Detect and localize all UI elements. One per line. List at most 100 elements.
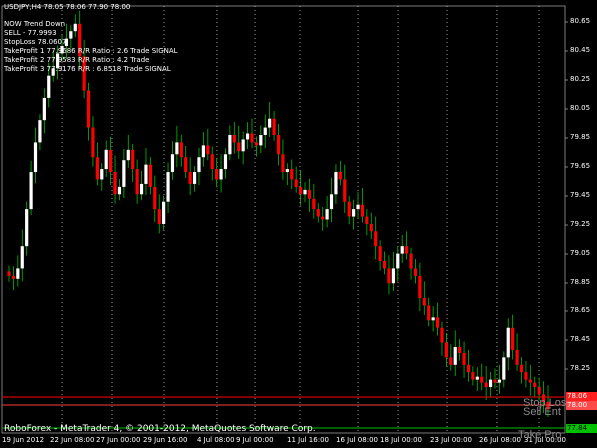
candle[interactable] bbox=[179, 134, 183, 167]
candle[interactable] bbox=[338, 160, 342, 186]
candle[interactable] bbox=[369, 212, 373, 240]
candle[interactable] bbox=[533, 376, 537, 397]
candle[interactable] bbox=[188, 157, 192, 196]
candle[interactable] bbox=[449, 344, 453, 371]
candle[interactable] bbox=[409, 247, 413, 280]
candle[interactable] bbox=[20, 229, 24, 282]
candle[interactable] bbox=[502, 351, 506, 388]
candle[interactable] bbox=[11, 266, 16, 291]
candle[interactable] bbox=[259, 125, 263, 154]
candle[interactable] bbox=[215, 157, 219, 188]
candle[interactable] bbox=[396, 245, 400, 282]
candle[interactable] bbox=[113, 155, 117, 204]
candle[interactable] bbox=[347, 195, 351, 225]
candle[interactable] bbox=[413, 258, 418, 284]
candle[interactable] bbox=[109, 136, 113, 186]
candle[interactable] bbox=[139, 170, 144, 201]
candle[interactable] bbox=[16, 255, 20, 287]
candle[interactable] bbox=[210, 146, 214, 181]
candle[interactable] bbox=[272, 110, 276, 141]
candle[interactable] bbox=[126, 134, 130, 168]
candle[interactable] bbox=[201, 132, 205, 167]
candle[interactable] bbox=[480, 363, 484, 391]
candle[interactable] bbox=[91, 116, 95, 167]
candle[interactable] bbox=[334, 164, 338, 204]
candle[interactable] bbox=[170, 141, 175, 180]
candle[interactable] bbox=[153, 175, 157, 223]
candle[interactable] bbox=[515, 333, 519, 371]
candle[interactable] bbox=[268, 102, 272, 138]
candle[interactable] bbox=[391, 251, 395, 291]
candle[interactable] bbox=[431, 306, 435, 332]
candle[interactable] bbox=[528, 364, 532, 396]
candle[interactable] bbox=[223, 148, 228, 179]
candle[interactable] bbox=[25, 201, 29, 256]
candle[interactable] bbox=[352, 199, 356, 230]
candle[interactable] bbox=[237, 125, 241, 160]
candle[interactable] bbox=[69, 25, 73, 49]
candle[interactable] bbox=[245, 122, 250, 149]
candle[interactable] bbox=[175, 125, 179, 168]
candle[interactable] bbox=[303, 182, 307, 203]
candle[interactable] bbox=[250, 118, 254, 149]
candle[interactable] bbox=[117, 179, 122, 201]
candle[interactable] bbox=[321, 207, 325, 231]
candle[interactable] bbox=[184, 145, 188, 178]
candle[interactable] bbox=[219, 154, 223, 193]
candle[interactable] bbox=[387, 255, 391, 295]
candle[interactable] bbox=[360, 188, 365, 223]
candle[interactable] bbox=[166, 162, 170, 213]
candle[interactable] bbox=[104, 140, 108, 177]
candle[interactable] bbox=[294, 166, 298, 193]
candle[interactable] bbox=[497, 364, 502, 394]
candle[interactable] bbox=[228, 125, 232, 161]
candle[interactable] bbox=[86, 82, 91, 141]
candle[interactable] bbox=[493, 368, 497, 389]
candle[interactable] bbox=[307, 178, 312, 212]
candle[interactable] bbox=[281, 139, 285, 180]
candle[interactable] bbox=[122, 148, 126, 199]
candle[interactable] bbox=[38, 114, 42, 151]
candle[interactable] bbox=[162, 195, 166, 230]
candle[interactable] bbox=[484, 365, 488, 401]
candle[interactable] bbox=[427, 297, 431, 327]
candle[interactable] bbox=[405, 231, 409, 260]
candle[interactable] bbox=[365, 208, 369, 236]
candle[interactable] bbox=[475, 367, 479, 391]
candle[interactable] bbox=[435, 302, 440, 336]
candle[interactable] bbox=[325, 196, 329, 228]
candle[interactable] bbox=[206, 128, 210, 161]
candle[interactable] bbox=[135, 159, 139, 204]
candle[interactable] bbox=[100, 163, 104, 191]
candle[interactable] bbox=[519, 357, 524, 384]
candle[interactable] bbox=[356, 191, 360, 219]
candle[interactable] bbox=[444, 333, 448, 367]
candle[interactable] bbox=[374, 216, 378, 260]
candle[interactable] bbox=[418, 262, 422, 312]
candle[interactable] bbox=[7, 265, 11, 282]
candle[interactable] bbox=[192, 166, 197, 192]
candle[interactable] bbox=[382, 251, 387, 275]
candle[interactable] bbox=[42, 88, 46, 134]
candle[interactable] bbox=[312, 183, 316, 219]
candle[interactable] bbox=[462, 341, 466, 378]
candle[interactable] bbox=[290, 159, 294, 189]
candle[interactable] bbox=[316, 203, 320, 223]
candle[interactable] bbox=[471, 366, 475, 386]
candle[interactable] bbox=[488, 371, 493, 397]
candle[interactable] bbox=[458, 339, 462, 361]
candle[interactable] bbox=[33, 127, 38, 184]
chart-window[interactable]: USDJPY,H4 78.05 78.06 77.90 78.00 NOW Tr… bbox=[0, 0, 597, 448]
candle[interactable] bbox=[524, 360, 528, 388]
candle[interactable] bbox=[506, 318, 510, 371]
candle[interactable] bbox=[197, 147, 201, 186]
candle[interactable] bbox=[440, 321, 444, 356]
candle[interactable] bbox=[263, 114, 267, 149]
candle[interactable] bbox=[232, 121, 236, 154]
candle[interactable] bbox=[131, 143, 135, 183]
candle[interactable] bbox=[466, 349, 471, 382]
candle[interactable] bbox=[241, 131, 245, 165]
candle[interactable] bbox=[144, 148, 148, 196]
candle[interactable] bbox=[148, 156, 152, 195]
candle[interactable] bbox=[400, 234, 404, 264]
